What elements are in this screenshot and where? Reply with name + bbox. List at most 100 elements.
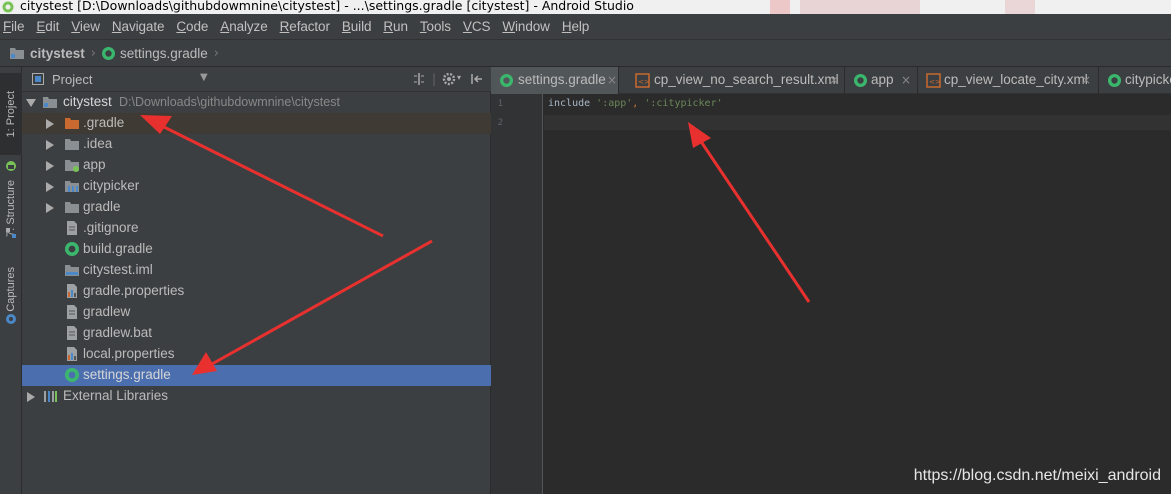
svg-text:<>: <>: [638, 78, 650, 86]
properties-file-icon: [67, 284, 77, 298]
xml-layout-icon: <>: [926, 73, 941, 88]
line-number: 2: [497, 118, 503, 128]
expanded-arrow-icon[interactable]: [26, 98, 36, 108]
tree-item[interactable]: citystest.iml: [22, 260, 491, 281]
code-editor[interactable]: include ':app', ':citypicker': [544, 94, 1171, 494]
collapsed-arrow-icon[interactable]: [45, 182, 55, 192]
editor-tab-app[interactable]: app ×: [845, 67, 918, 94]
tree-item-label: .gradle: [83, 115, 125, 130]
module-app-icon: [65, 160, 79, 172]
close-icon[interactable]: ×: [607, 73, 617, 87]
tab-label: cp_view_locate_city.xml: [944, 72, 1088, 87]
android-icon: [6, 161, 16, 171]
svg-text:<>: <>: [929, 78, 941, 86]
menu-build[interactable]: Build: [342, 19, 372, 34]
editor-tab-cp-view-locate-city[interactable]: <> cp_view_locate_city.xml ×: [918, 67, 1099, 94]
tab-label: settings.gradle: [518, 72, 606, 87]
breadcrumb-file[interactable]: settings.gradle: [101, 46, 208, 61]
tree-item[interactable]: build.gradle: [22, 239, 491, 260]
code-string: ':app': [596, 98, 633, 109]
tree-item-selected[interactable]: settings.gradle: [22, 365, 491, 386]
collapsed-arrow-icon[interactable]: [26, 392, 36, 402]
close-icon[interactable]: ×: [1081, 73, 1091, 87]
tab-label: cp_view_no_search_result.xml: [654, 72, 839, 87]
chevron-down-icon[interactable]: ▼: [200, 72, 208, 83]
line-number: 1: [497, 99, 503, 109]
close-icon[interactable]: ×: [829, 73, 839, 87]
collapsed-arrow-icon[interactable]: [45, 161, 55, 171]
menu-run[interactable]: Run: [383, 19, 408, 34]
menu-help[interactable]: Help: [562, 19, 589, 34]
tree-item[interactable]: .gradle: [22, 113, 491, 134]
tree-root-label: citystest: [63, 94, 112, 109]
code-line: include ':app', ':citypicker': [548, 98, 723, 109]
folder-icon: [65, 139, 79, 150]
line-number-gutter: 1 2: [491, 94, 543, 494]
tree-external-libraries[interactable]: External Libraries: [22, 386, 491, 407]
tree-item-label: settings.gradle: [83, 367, 171, 382]
editor-tab-settings-gradle[interactable]: settings.gradle ×: [491, 67, 619, 94]
tab-label: citypicke: [1125, 72, 1171, 87]
tree-item[interactable]: .idea: [22, 134, 491, 155]
menu-code[interactable]: Code: [176, 19, 208, 34]
tree-root-row[interactable]: citystest D:\Downloads\githubdowmnine\ci…: [22, 92, 491, 113]
collapsed-arrow-icon[interactable]: [45, 140, 55, 150]
tree-item-label: local.properties: [83, 346, 175, 361]
project-view-dropdown[interactable]: Project: [52, 72, 92, 87]
properties-file-icon: [67, 347, 77, 361]
collapsed-arrow-icon[interactable]: [45, 119, 55, 129]
project-folder-icon: [43, 97, 57, 108]
menu-tools[interactable]: Tools: [420, 19, 451, 34]
editor-area: settings.gradle × <> cp_view_no_search_r…: [491, 67, 1171, 494]
editor-tab-citypicker[interactable]: citypicke: [1099, 67, 1171, 94]
tree-item[interactable]: gradlew: [22, 302, 491, 323]
blurred-region: [800, 0, 920, 14]
chevron-down-icon[interactable]: ▾: [457, 73, 461, 82]
breadcrumb-project[interactable]: citystest: [9, 46, 85, 61]
menu-vcs[interactable]: VCS: [463, 19, 491, 34]
tree-item-label: .idea: [83, 136, 113, 151]
menu-edit[interactable]: Edit: [36, 19, 59, 34]
tree-root-path: D:\Downloads\githubdowmnine\citystest: [119, 95, 340, 109]
menu-navigate[interactable]: Navigate: [112, 19, 165, 34]
xml-layout-icon: <>: [635, 73, 650, 88]
gradle-file-icon: [65, 242, 79, 256]
tree-item-label: .gitignore: [83, 220, 139, 235]
tree-item[interactable]: local.properties: [22, 344, 491, 365]
tree-item[interactable]: citypicker: [22, 176, 491, 197]
menu-refactor[interactable]: Refactor: [280, 19, 330, 34]
tree-item[interactable]: gradlew.bat: [22, 323, 491, 344]
hide-panel-icon[interactable]: [470, 72, 484, 86]
collapsed-arrow-icon[interactable]: [45, 203, 55, 213]
menu-view[interactable]: View: [71, 19, 100, 34]
libraries-icon: [44, 391, 57, 402]
tree-item-label: build.gradle: [83, 241, 153, 256]
code-keyword: include: [548, 98, 597, 109]
project-folder-icon: [10, 48, 24, 59]
gradle-file-icon: [101, 46, 115, 60]
tree-item-label: gradle.properties: [83, 283, 185, 298]
tree-item-label: app: [83, 157, 106, 172]
tree-item[interactable]: app: [22, 155, 491, 176]
tree-item[interactable]: .gitignore: [22, 218, 491, 239]
tab-label: app: [871, 72, 894, 87]
iml-file-icon: [65, 265, 79, 276]
close-icon[interactable]: ×: [901, 73, 911, 87]
menu-window[interactable]: Window: [502, 19, 550, 34]
window-titlebar: citystest [D:\Downloads\githubdowmnine\c…: [0, 0, 1171, 14]
module-library-icon: [65, 181, 79, 192]
tree-item-label: gradlew.bat: [83, 325, 153, 340]
scroll-from-source-icon[interactable]: [412, 72, 426, 86]
gradle-file-icon: [65, 368, 79, 382]
editor-tab-bar: settings.gradle × <> cp_view_no_search_r…: [491, 67, 1171, 94]
code-string: ':citypicker': [644, 98, 723, 109]
project-panel-header: Project ▼ | ▾: [22, 67, 491, 92]
tree-item[interactable]: gradle.properties: [22, 281, 491, 302]
menu-analyze[interactable]: Analyze: [220, 19, 267, 34]
menu-file[interactable]: File: [3, 19, 24, 34]
gear-icon[interactable]: [442, 72, 456, 86]
tool-tab-project[interactable]: 1: Project: [0, 73, 22, 155]
editor-tab-cp-view-no-search-result[interactable]: <> cp_view_no_search_result.xml ×: [619, 67, 845, 94]
tree-item[interactable]: gradle: [22, 197, 491, 218]
android-studio-icon: [2, 1, 14, 13]
